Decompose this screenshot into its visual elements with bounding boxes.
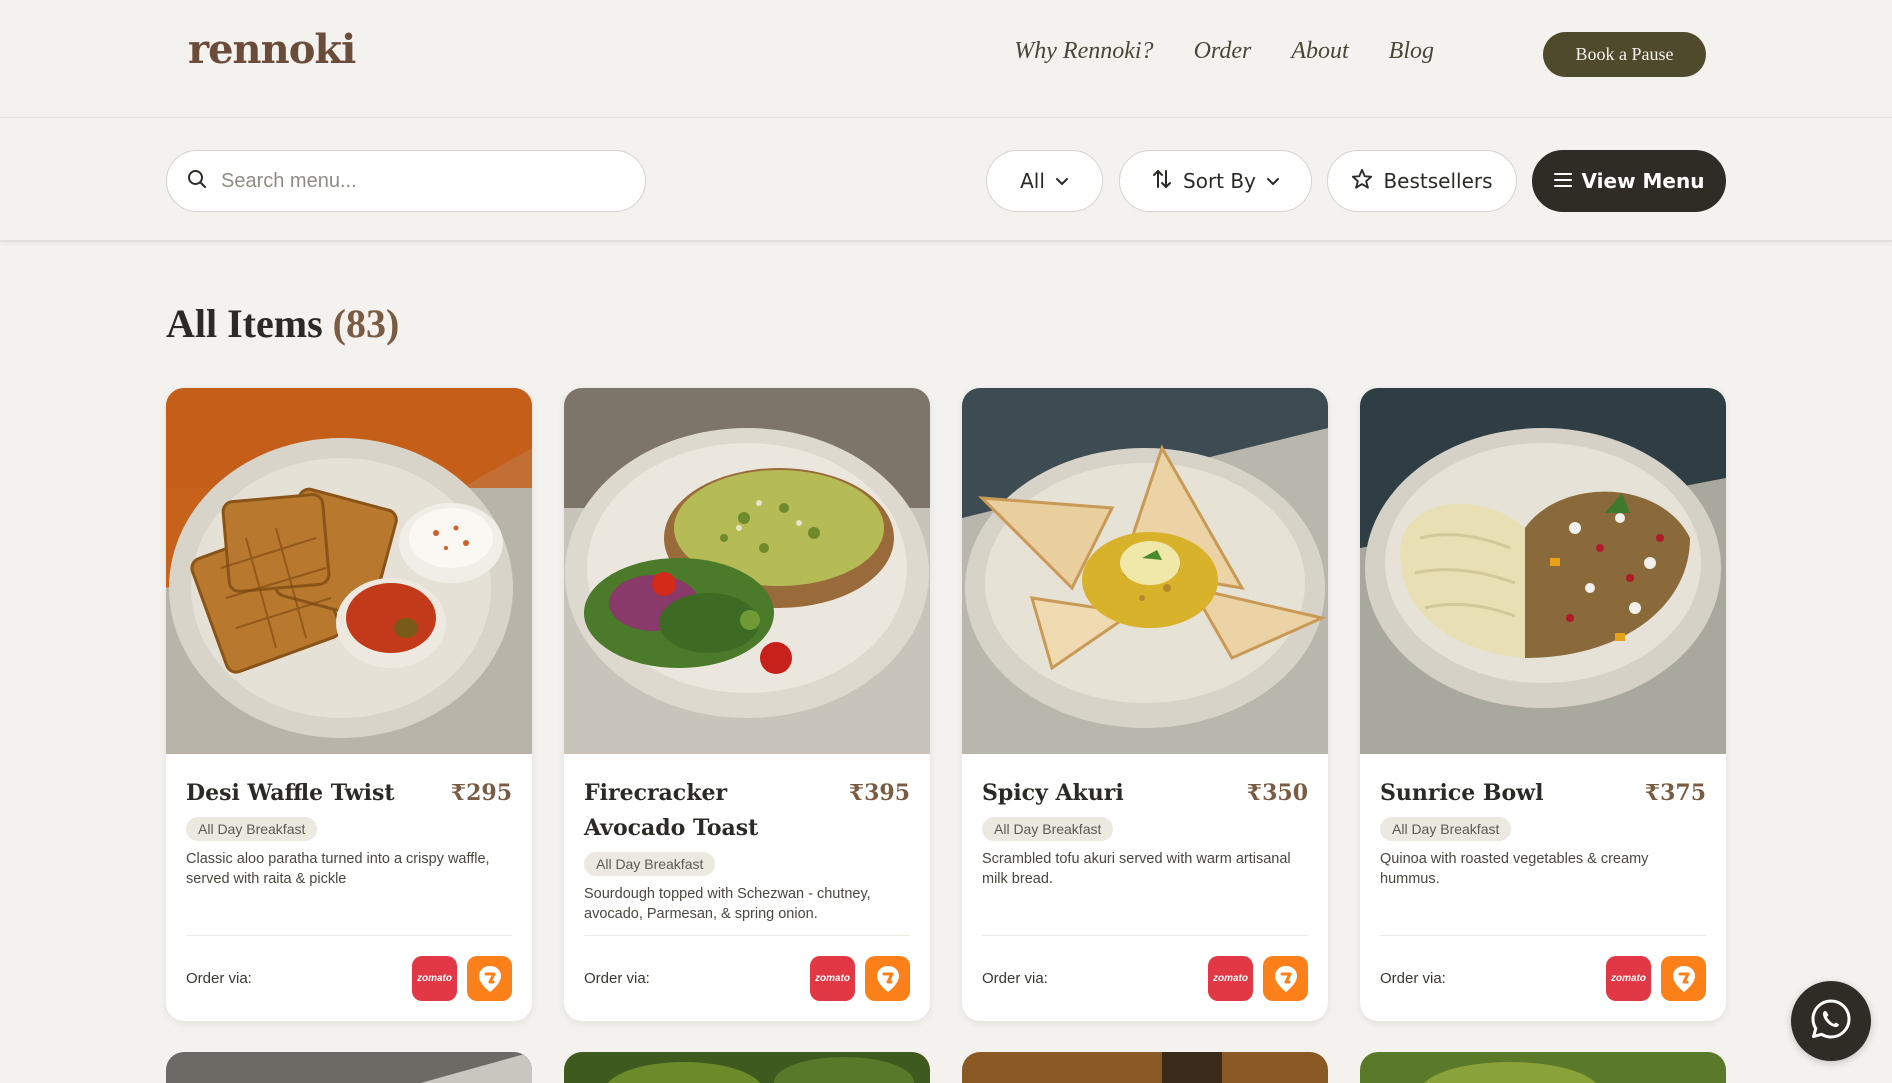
menu-item-card[interactable]: Firecracker Avocado Toast ₹395 All Day B… (564, 388, 930, 1021)
zomato-icon[interactable]: zomato (810, 956, 855, 1001)
card-body: Firecracker Avocado Toast ₹395 All Day B… (564, 754, 930, 1021)
card-body: Spicy Akuri ₹350 All Day Breakfast Scram… (962, 754, 1328, 1021)
menu-item-card-peek[interactable] (962, 1052, 1328, 1083)
dish-description: Classic aloo paratha turned into a crisp… (186, 851, 490, 887)
menu-icon (1553, 169, 1572, 193)
dish-name: Spicy Akuri (982, 780, 1124, 806)
dish-image[interactable] (1360, 388, 1726, 754)
swiggy-icon[interactable] (1263, 956, 1308, 1001)
search-input[interactable] (221, 169, 581, 193)
dish-price: ₹295 (450, 780, 512, 806)
category-tag: All Day Breakfast (584, 852, 716, 876)
search-icon (187, 169, 207, 194)
sort-by-dropdown[interactable]: Sort By (1119, 150, 1312, 212)
section-title-text: All Items (166, 301, 323, 346)
whatsapp-chat-button[interactable] (1791, 981, 1871, 1061)
dish-image[interactable] (962, 388, 1328, 754)
swiggy-icon[interactable] (467, 956, 512, 1001)
book-a-pause-button[interactable]: Book a Pause (1543, 32, 1706, 77)
order-platforms: zomato (810, 956, 910, 1001)
nav-about[interactable]: About (1291, 38, 1348, 65)
dish-price: ₹375 (1644, 780, 1706, 806)
nav-blog[interactable]: Blog (1389, 38, 1434, 65)
dish-description: Quinoa with roasted vegetables & creamy … (1380, 851, 1649, 887)
order-via-row: Order via: zomato (584, 935, 910, 1001)
view-menu-label: View Menu (1581, 169, 1705, 193)
star-icon (1351, 168, 1373, 195)
dish-name: Sunrice Bowl (1380, 780, 1544, 806)
menu-item-card[interactable]: Sunrice Bowl ₹375 All Day Breakfast Quin… (1360, 388, 1726, 1021)
menu-item-card[interactable]: Desi Waffle Twist ₹295 All Day Breakfast… (166, 388, 532, 1021)
zomato-icon[interactable]: zomato (1606, 956, 1651, 1001)
category-tag: All Day Breakfast (1380, 817, 1512, 841)
order-via-row: Order via: zomato (186, 935, 512, 1001)
dish-price: ₹395 (848, 780, 910, 806)
order-via-label: Order via: (1380, 970, 1446, 987)
order-via-label: Order via: (584, 970, 650, 987)
order-via-row: Order via: zomato (982, 935, 1308, 1001)
category-tag: All Day Breakfast (186, 817, 318, 841)
brand-logo[interactable]: rennoki (188, 26, 356, 73)
bestsellers-toggle[interactable]: Bestsellers (1327, 150, 1517, 212)
order-platforms: zomato (1606, 956, 1706, 1001)
chevron-down-icon (1055, 169, 1069, 193)
menu-item-card-peek[interactable] (166, 1052, 532, 1083)
dish-image[interactable] (166, 388, 532, 754)
card-body: Desi Waffle Twist ₹295 All Day Breakfast… (166, 754, 532, 1021)
dish-name: Firecracker Avocado Toast (584, 780, 759, 841)
category-tag: All Day Breakfast (982, 817, 1114, 841)
menu-item-card-peek[interactable] (1360, 1052, 1726, 1083)
site-header: rennoki Why Rennoki? Order About Blog Bo… (0, 0, 1892, 118)
order-platforms: zomato (1208, 956, 1308, 1001)
sort-by-label: Sort By (1183, 169, 1256, 193)
menu-item-card-peek[interactable] (564, 1052, 930, 1083)
order-via-label: Order via: (982, 970, 1048, 987)
dish-description: Scrambled tofu akuri served with warm ar… (982, 851, 1291, 887)
dish-name: Desi Waffle Twist (186, 780, 395, 806)
zomato-icon[interactable]: zomato (1208, 956, 1253, 1001)
chevron-down-icon (1266, 169, 1280, 193)
order-platforms: zomato (412, 956, 512, 1001)
view-menu-button[interactable]: View Menu (1532, 150, 1726, 212)
dish-description: Sourdough topped with Schezwan - chutney… (584, 886, 871, 922)
order-via-label: Order via: (186, 970, 252, 987)
bestsellers-label: Bestsellers (1383, 169, 1493, 193)
card-body: Sunrice Bowl ₹375 All Day Breakfast Quin… (1360, 754, 1726, 1021)
whatsapp-icon (1809, 997, 1853, 1046)
category-filter-label: All (1020, 169, 1045, 193)
page-title: All Items (83) (166, 300, 399, 347)
swiggy-icon[interactable] (865, 956, 910, 1001)
nav-why-rennoki[interactable]: Why Rennoki? (1014, 38, 1153, 65)
menu-item-card[interactable]: Spicy Akuri ₹350 All Day Breakfast Scram… (962, 388, 1328, 1021)
zomato-icon[interactable]: zomato (412, 956, 457, 1001)
dish-image[interactable] (564, 388, 930, 754)
swiggy-icon[interactable] (1661, 956, 1706, 1001)
filter-toolbar: All Sort By Bestsellers View Menu (0, 118, 1892, 242)
nav-order[interactable]: Order (1194, 38, 1252, 65)
item-count: (83) (332, 301, 400, 346)
order-via-row: Order via: zomato (1380, 935, 1706, 1001)
category-filter-dropdown[interactable]: All (986, 150, 1103, 212)
search-box[interactable] (166, 150, 646, 212)
main-nav: Why Rennoki? Order About Blog (1014, 38, 1434, 65)
dish-price: ₹350 (1246, 780, 1308, 806)
sort-arrows-icon (1151, 168, 1173, 195)
